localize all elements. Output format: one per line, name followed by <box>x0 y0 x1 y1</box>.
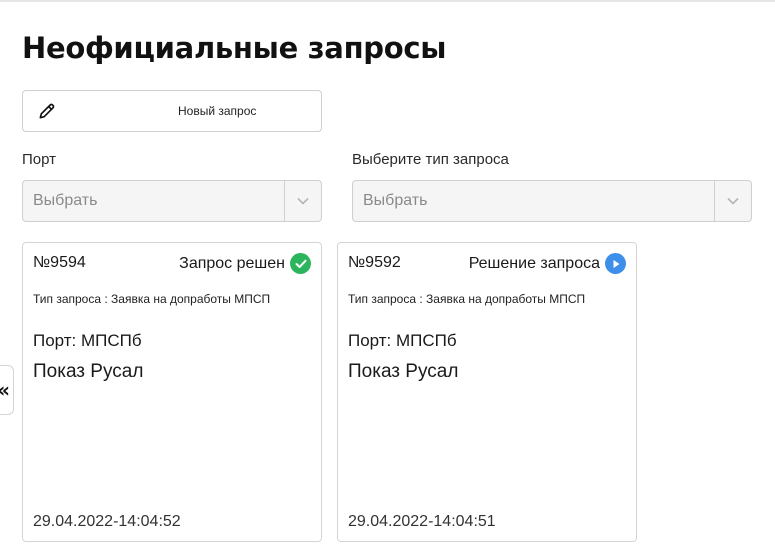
request-port: Порт: МПСПб <box>33 331 142 350</box>
request-card[interactable]: №9594 Запрос решен Тип запроса : Заявка … <box>22 242 322 542</box>
port-label: Порт <box>22 151 57 168</box>
request-type-select[interactable]: Выбрать <box>352 180 752 222</box>
request-port: Порт: МПСПб <box>348 331 457 350</box>
request-type-select-value: Выбрать <box>363 192 428 209</box>
port-select-value: Выбрать <box>33 192 98 209</box>
request-card[interactable]: №9592 Решение запроса Тип запроса : Заяв… <box>337 242 637 542</box>
pencil-icon <box>39 103 55 119</box>
request-status: Решение запроса <box>469 253 626 274</box>
chevron-double-left-icon: « <box>0 378 10 402</box>
play-circle-icon <box>605 253 626 274</box>
request-date: 29.04.2022-14:04:52 <box>33 513 181 530</box>
request-number: №9592 <box>348 254 401 271</box>
request-type: Тип запроса : Заявка на допработы МПСП <box>33 292 271 306</box>
top-divider <box>0 0 775 2</box>
request-name: Показ Русал <box>33 361 144 382</box>
check-circle-icon <box>290 253 311 274</box>
new-request-button[interactable]: Новый запрос <box>22 90 322 132</box>
request-status-text: Решение запроса <box>468 254 600 272</box>
request-date: 29.04.2022-14:04:51 <box>348 513 496 530</box>
request-status: Запрос решен <box>179 253 311 274</box>
request-number: №9594 <box>33 254 86 271</box>
request-name: Показ Русал <box>348 361 459 382</box>
request-type-chevron-down-icon[interactable] <box>714 181 751 221</box>
new-request-label: Новый запрос <box>178 104 257 118</box>
port-chevron-down-icon[interactable] <box>284 181 321 221</box>
sidebar-collapse-button[interactable]: « <box>0 365 14 415</box>
request-type-label: Выберите тип запроса <box>352 151 509 168</box>
page-title: Неофициальные запросы <box>22 31 447 65</box>
port-select[interactable]: Выбрать <box>22 180 322 222</box>
request-type: Тип запроса : Заявка на допработы МПСП <box>348 292 586 306</box>
request-status-text: Запрос решен <box>179 254 285 272</box>
